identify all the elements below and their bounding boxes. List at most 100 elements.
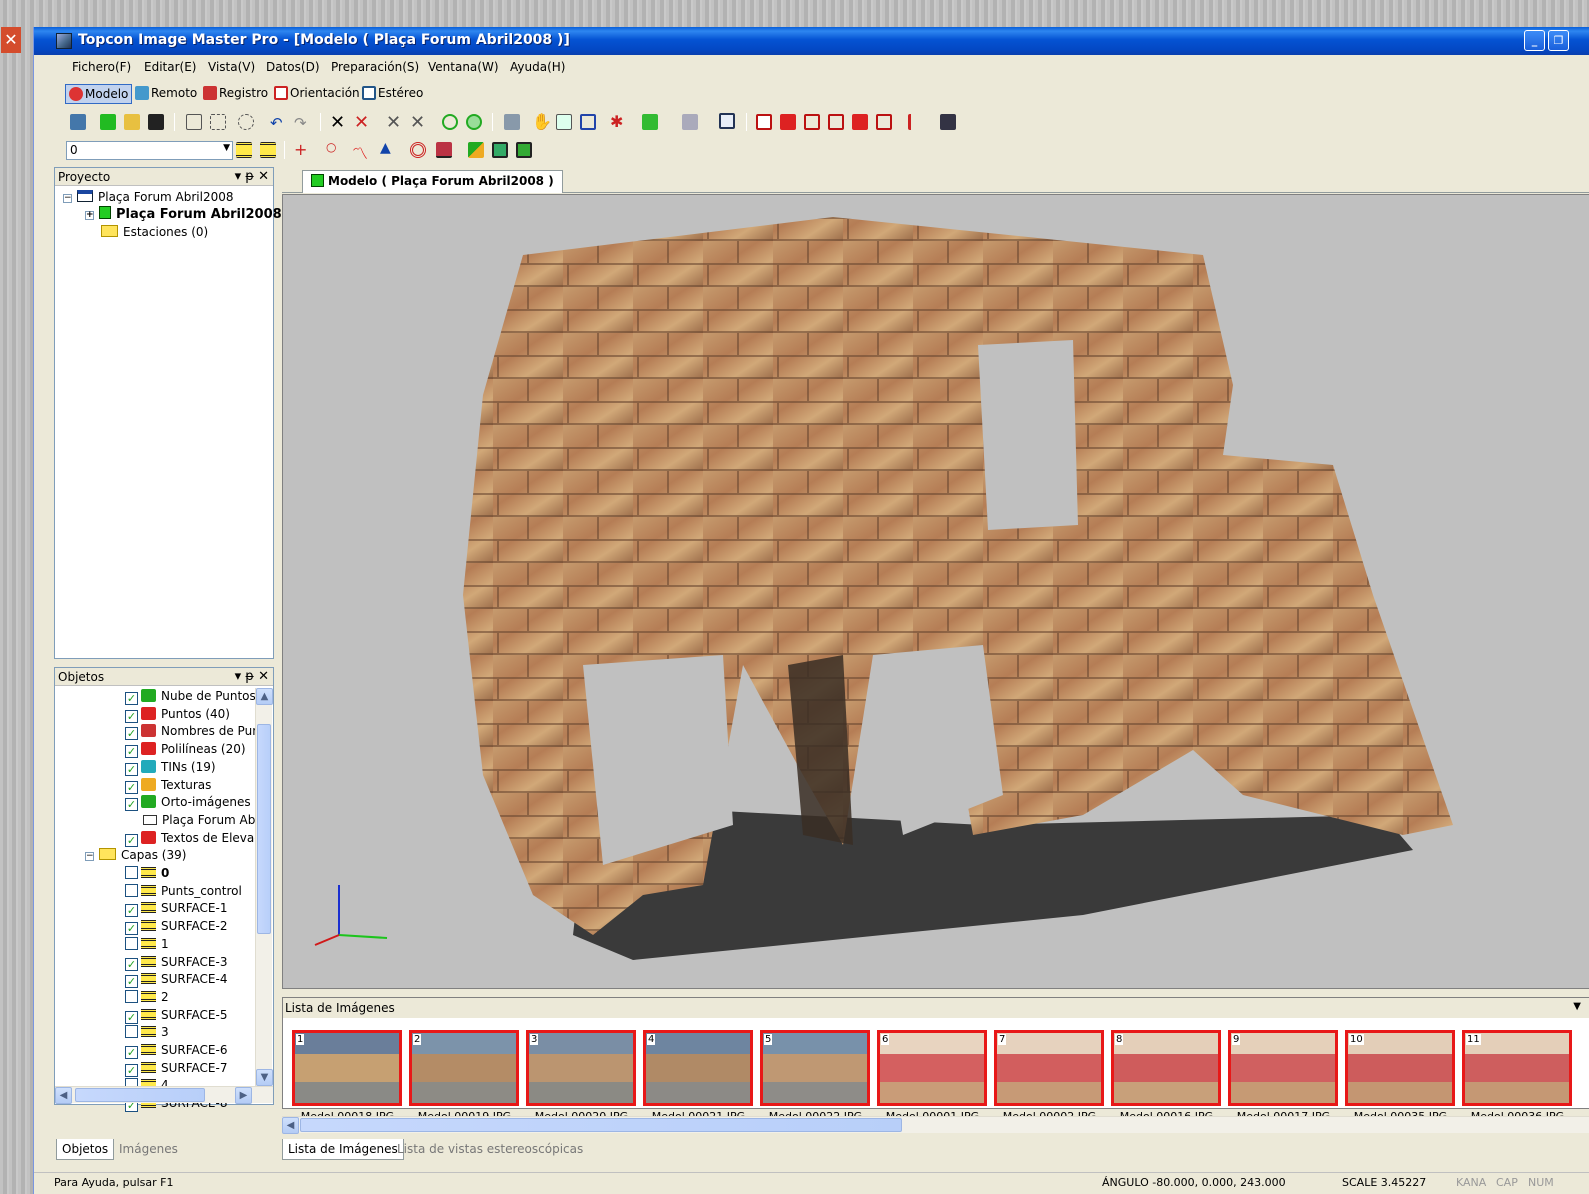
cube-solid-icon[interactable] bbox=[466, 114, 482, 130]
select-rect-icon[interactable] bbox=[210, 114, 226, 130]
mode-orientacion-button[interactable]: Orientación bbox=[271, 84, 363, 104]
scroll-thumb[interactable] bbox=[300, 1118, 902, 1132]
checkbox[interactable]: ✓ bbox=[125, 798, 138, 812]
object-item[interactable]: ✓ SURFACE-1 bbox=[125, 900, 227, 918]
object-item[interactable]: 2 bbox=[125, 989, 169, 1006]
object-item[interactable]: ✓ SURFACE-6 bbox=[125, 1042, 227, 1059]
objects-scrollbar-h[interactable]: ◀ ▶ bbox=[55, 1086, 273, 1104]
checkbox[interactable]: ✓ bbox=[125, 833, 138, 847]
objects-scrollbar-v[interactable]: ▲ ▼ bbox=[255, 688, 273, 1086]
checkbox[interactable] bbox=[125, 866, 138, 879]
minimize-button[interactable]: _ bbox=[1524, 30, 1545, 51]
view-top-icon[interactable] bbox=[780, 114, 796, 130]
select-lasso-icon[interactable] bbox=[238, 114, 254, 130]
tab-lista-vistas[interactable]: Lista de vistas estereoscópicas bbox=[392, 1139, 588, 1159]
image-thumbnail[interactable]: 9 bbox=[1228, 1030, 1338, 1106]
tree-model-node[interactable]: + Plaça Forum Abril2008 bbox=[85, 206, 282, 223]
checkbox[interactable]: ✓ bbox=[125, 922, 138, 936]
view-front-icon[interactable] bbox=[756, 114, 772, 130]
scroll-down-icon[interactable]: ▼ bbox=[256, 1069, 273, 1086]
image-thumbnail[interactable]: 3 bbox=[526, 1030, 636, 1106]
object-item[interactable]: ✓ Polilíneas (20) bbox=[125, 741, 246, 759]
object-item[interactable]: Plaça Forum Abri bbox=[143, 812, 264, 829]
texture-icon[interactable] bbox=[468, 142, 484, 158]
mode-estereo-button[interactable]: Estéreo bbox=[359, 84, 426, 104]
object-item[interactable]: − Capas (39) bbox=[85, 847, 186, 864]
tab-modelo[interactable]: Modelo ( Plaça Forum Abril2008 ) bbox=[302, 170, 563, 193]
checkbox[interactable] bbox=[125, 989, 138, 1003]
title-bar[interactable]: ✕ Topcon Image Master Pro - [Modelo ( Pl… bbox=[1, 27, 1589, 55]
circle-point-icon[interactable]: ○ bbox=[326, 140, 342, 156]
view-back-icon[interactable] bbox=[852, 114, 868, 130]
image-thumbnail[interactable]: 8 bbox=[1111, 1030, 1221, 1106]
scroll-thumb[interactable] bbox=[257, 724, 271, 934]
close-icon[interactable]: ✕ bbox=[1, 27, 21, 53]
tab-objetos[interactable]: Objetos bbox=[56, 1139, 115, 1160]
polyline-icon[interactable]: 〽 bbox=[352, 140, 368, 163]
image-thumbnail[interactable]: 5 bbox=[760, 1030, 870, 1106]
panel-controls[interactable]: ▾ ᵽ ✕ bbox=[235, 169, 269, 184]
menu-datos[interactable]: Datos(D) bbox=[266, 60, 320, 74]
image-thumbnail[interactable]: 1 bbox=[292, 1030, 402, 1106]
mode-remoto-button[interactable]: Remoto bbox=[132, 84, 200, 104]
zoom-icon[interactable] bbox=[556, 114, 572, 130]
checkbox[interactable]: ✓ bbox=[125, 1010, 138, 1024]
scroll-left-icon[interactable]: ◀ bbox=[55, 1087, 72, 1104]
open-folder-icon[interactable] bbox=[124, 114, 140, 130]
checkbox[interactable]: ✓ bbox=[125, 904, 138, 918]
cube-wire-icon[interactable] bbox=[442, 114, 458, 130]
image-thumbnail[interactable]: 4 bbox=[643, 1030, 753, 1106]
object-item[interactable]: ✓ SURFACE-3 bbox=[125, 954, 227, 971]
view-left-icon[interactable] bbox=[804, 114, 820, 130]
checkbox[interactable] bbox=[125, 936, 138, 950]
object-item[interactable]: ✓ Textos de Elevac bbox=[125, 830, 261, 847]
object-item[interactable]: Punts_control bbox=[125, 883, 242, 900]
image-thumbnail[interactable]: 10 bbox=[1345, 1030, 1455, 1106]
new-model-icon[interactable] bbox=[100, 114, 116, 130]
image-thumbnail[interactable]: 11 bbox=[1462, 1030, 1572, 1106]
menu-fichero[interactable]: Fichero(F) bbox=[72, 60, 131, 74]
checkbox[interactable]: ✓ bbox=[125, 745, 138, 759]
object-item[interactable]: 1 bbox=[125, 936, 169, 953]
layer-select[interactable]: 0 ▼ bbox=[66, 141, 233, 160]
image-thumbnail[interactable]: 6 bbox=[877, 1030, 987, 1106]
view-iso-icon[interactable] bbox=[876, 114, 892, 130]
layer-props-icon[interactable] bbox=[260, 142, 276, 158]
menu-preparacion[interactable]: Preparación(S) bbox=[331, 60, 419, 74]
collapse-icon[interactable]: − bbox=[85, 852, 94, 862]
object-item[interactable]: ✓ SURFACE-7 bbox=[125, 1060, 227, 1077]
restore-button[interactable]: ❐ bbox=[1548, 30, 1569, 51]
checkbox[interactable] bbox=[125, 1025, 138, 1039]
scroll-thumb[interactable] bbox=[75, 1088, 205, 1102]
display-mode-icon[interactable] bbox=[642, 114, 658, 130]
checkbox[interactable]: ✓ bbox=[125, 692, 138, 705]
object-item[interactable]: ✓ SURFACE-5 bbox=[125, 1007, 227, 1024]
menu-editar[interactable]: Editar(E) bbox=[144, 60, 196, 74]
redo-icon[interactable]: ↷ bbox=[294, 114, 310, 132]
delete-multi-2-icon[interactable]: ✕ bbox=[410, 112, 426, 133]
object-item[interactable]: ✓ Texturas bbox=[125, 777, 211, 794]
image-thumbnail[interactable]: 2 bbox=[409, 1030, 519, 1106]
delete-red-icon[interactable]: ✕ bbox=[354, 112, 370, 133]
save-icon[interactable] bbox=[148, 114, 164, 130]
object-item[interactable]: ✓ Nombres de Punt bbox=[125, 723, 265, 741]
scroll-left-icon[interactable]: ◀ bbox=[282, 1117, 299, 1134]
copy-window-icon[interactable] bbox=[504, 114, 520, 130]
checkbox[interactable] bbox=[125, 883, 138, 897]
camera-icon[interactable] bbox=[940, 114, 956, 130]
ortho-icon[interactable] bbox=[492, 142, 508, 158]
image-thumbnail[interactable]: 7 bbox=[994, 1030, 1104, 1106]
tree-project-root[interactable]: − Plaça Forum Abril2008 bbox=[63, 189, 234, 206]
checkbox[interactable]: ✓ bbox=[125, 957, 138, 971]
checkbox[interactable]: ✓ bbox=[125, 975, 138, 989]
contour-icon[interactable] bbox=[410, 142, 426, 158]
tree-stations[interactable]: Estaciones (0) bbox=[101, 224, 208, 241]
delete-multi-icon[interactable]: ✕ bbox=[386, 112, 402, 133]
grid-icon[interactable] bbox=[682, 114, 698, 130]
menu-vista[interactable]: Vista(V) bbox=[208, 60, 255, 74]
panel-controls[interactable]: ▾ ᵽ ✕ bbox=[235, 669, 269, 684]
expand-icon[interactable]: + bbox=[85, 211, 94, 220]
image-list-scrollbar[interactable]: ◀ bbox=[282, 1116, 1589, 1134]
object-item[interactable]: ✓ SURFACE-4 bbox=[125, 971, 227, 989]
menu-ayuda[interactable]: Ayuda(H) bbox=[510, 60, 565, 74]
